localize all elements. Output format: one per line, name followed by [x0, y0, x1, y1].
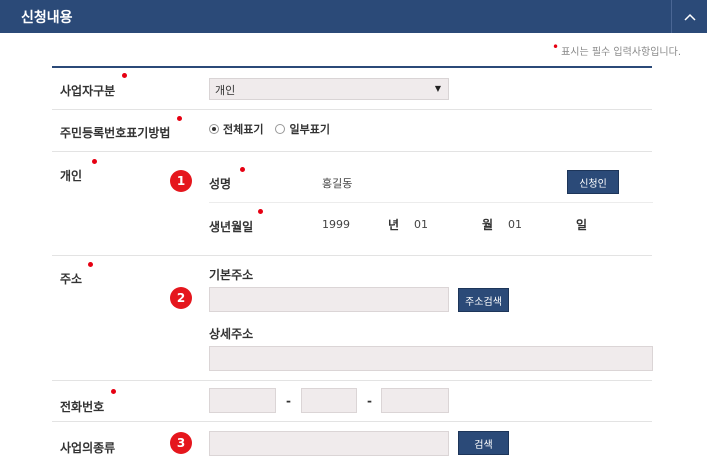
name-value: 홍길동 — [322, 177, 353, 190]
month-unit: 월 — [482, 218, 494, 232]
address-search-button[interactable]: 주소검색 — [458, 288, 509, 312]
day-unit: 일 — [576, 218, 588, 232]
subdivider — [209, 202, 653, 203]
business-type-value: 개인 — [215, 84, 236, 97]
required-marker — [111, 389, 116, 394]
step-badge-2: 2 — [170, 287, 192, 309]
phone-part1-input[interactable] — [209, 388, 276, 413]
year-unit: 년 — [388, 218, 400, 232]
phone-label: 전화번호 — [60, 400, 105, 414]
phone-part2-input[interactable] — [301, 388, 357, 413]
required-marker — [258, 209, 263, 214]
business-category-label: 사업의종류 — [60, 441, 116, 455]
required-dot-icon: • — [551, 40, 560, 54]
id-display-label: 주민등록번호표기방법 — [60, 126, 171, 140]
birth-day: 01 — [508, 218, 522, 231]
phone-part3-input[interactable] — [381, 388, 449, 413]
required-marker — [122, 73, 127, 78]
section-title: 신청내용 — [21, 10, 73, 26]
birth-label: 생년월일 — [209, 220, 254, 234]
section-header: 신청내용 — [0, 0, 707, 33]
detail-address-input[interactable] — [209, 346, 653, 371]
name-label: 성명 — [209, 177, 232, 191]
radio-full-display-label[interactable]: 전체표기 — [223, 121, 263, 137]
basic-address-input[interactable] — [209, 287, 449, 312]
required-marker — [177, 116, 182, 121]
birth-month: 01 — [414, 218, 428, 231]
step-badge-3: 3 — [170, 432, 192, 454]
required-marker — [88, 262, 93, 267]
detail-address-label: 상세주소 — [209, 327, 254, 341]
business-type-select[interactable]: 개인 ▼ — [209, 78, 449, 100]
required-marker — [240, 167, 245, 172]
radio-partial-display[interactable] — [275, 124, 286, 134]
business-category-search-button[interactable]: 검색 — [458, 431, 509, 455]
divider — [52, 421, 652, 422]
radio-partial-display-label[interactable]: 일부표기 — [289, 121, 329, 137]
address-label: 주소 — [60, 272, 83, 286]
radio-full-display[interactable] — [209, 124, 219, 134]
required-note: • 표시는 필수 입력사항입니다. — [551, 40, 681, 58]
required-marker — [92, 159, 97, 164]
chevron-up-icon — [683, 13, 696, 21]
collapse-toggle-button[interactable] — [671, 0, 707, 33]
divider — [52, 255, 652, 256]
birth-year: 1999 — [322, 218, 350, 231]
phone-dash: - — [286, 394, 291, 408]
step-badge-1: 1 — [170, 170, 192, 192]
applicant-button[interactable]: 신청인 — [567, 170, 619, 194]
business-category-input[interactable] — [209, 431, 449, 456]
id-display-options: 전체표기 일부표기 — [209, 121, 338, 137]
required-note-text: 표시는 필수 입력사항입니다. — [561, 47, 681, 58]
divider — [52, 151, 652, 152]
individual-label: 개인 — [60, 169, 83, 183]
divider — [52, 380, 652, 381]
business-type-label: 사업자구분 — [60, 84, 116, 98]
dropdown-arrow-icon: ▼ — [434, 84, 441, 93]
basic-address-label: 기본주소 — [209, 268, 254, 282]
divider — [52, 109, 652, 110]
phone-dash: - — [367, 394, 372, 408]
form-top-border — [52, 66, 652, 68]
